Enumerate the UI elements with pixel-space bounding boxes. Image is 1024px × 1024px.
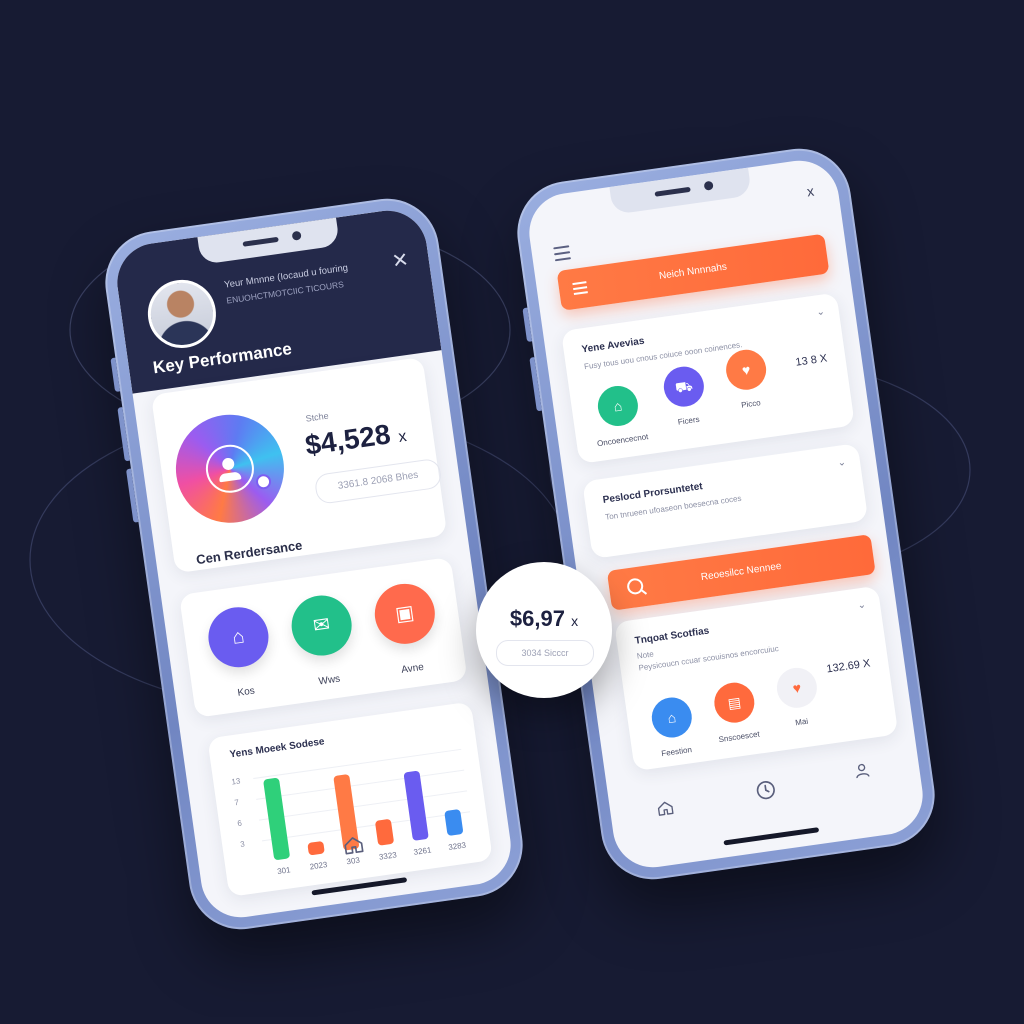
overview-item-label: Picco	[740, 398, 762, 410]
tab-history[interactable]	[753, 778, 779, 808]
right-phone-screen: x Neich Nnnnahs Yene Avevias Fusy tous u…	[524, 155, 928, 873]
insight-item-label: Feestion	[660, 745, 693, 759]
insight-item[interactable]: ♥ Mai	[766, 664, 830, 730]
bar-chart-card: Yens Moeek Sodese 13 7 6 3 301 2023 303 3323 326…	[207, 701, 493, 897]
x-tick-label: 3261	[413, 845, 432, 856]
home-indicator[interactable]	[723, 827, 820, 846]
overview-item[interactable]: ♥ Picco	[716, 346, 780, 412]
home-icon	[657, 801, 674, 816]
overview-item[interactable]: ⌂ Oncoencecnot	[587, 382, 651, 448]
category-card: ⌂ Kos ✉ Wws ▣ Avne	[179, 556, 468, 718]
card-title: Yene Avevias	[581, 335, 646, 356]
bubble-suffix: x	[571, 613, 579, 629]
car-icon: ⛟	[674, 377, 694, 396]
chart-bar[interactable]	[403, 770, 429, 841]
left-phone: Yeur Mnnne (Iocaud u fouring ENUOHCTMOTC…	[98, 192, 530, 936]
insights-card: Tnqoat Scotfias Note Peysicoucn ccuar sc…	[614, 585, 899, 772]
close-icon[interactable]: x	[806, 183, 815, 200]
overview-value: 13 8 X	[794, 352, 828, 369]
x-tick-label: 301	[277, 865, 292, 876]
chart-gridline	[253, 748, 462, 780]
y-tick-label: 6	[237, 819, 243, 829]
insight-item-label: Snscoescet	[718, 729, 761, 745]
home-icon: ⌂	[666, 709, 678, 727]
app-showcase: Yeur Mnnne (Iocaud u fouring ENUOHCTMOTC…	[0, 0, 1024, 1024]
insight-item-label: Mai	[794, 716, 809, 728]
chevron-down-icon[interactable]: ⌄	[857, 599, 867, 611]
overview-item-label: Oncoencecnot	[596, 432, 649, 449]
overview-card: Yene Avevias Fusy tous uou cnous coiuce …	[560, 292, 855, 464]
card-title: Tnqoat Scotfias	[634, 625, 710, 647]
close-icon[interactable]: ✕	[390, 249, 410, 273]
phone-side-button	[125, 468, 139, 523]
chart-gridline	[259, 790, 468, 821]
tab-profile[interactable]	[852, 760, 873, 785]
menu-icon[interactable]	[553, 245, 572, 265]
wallet-icon: ▤	[726, 693, 742, 712]
kpi-suffix: x	[397, 427, 408, 446]
overview-item[interactable]: ⛟ Ficers	[653, 363, 717, 429]
home-icon: ⌂	[230, 625, 246, 649]
home-icon: ⌂	[612, 397, 624, 415]
heart-icon: ♥	[791, 679, 803, 697]
tab-home[interactable]	[341, 833, 367, 863]
briefcase-icon: ▣	[393, 601, 416, 627]
avatar[interactable]	[143, 275, 221, 353]
heart-icon: ♥	[740, 361, 752, 379]
profile-icon	[856, 763, 870, 779]
card-subtitle: Note	[636, 649, 655, 661]
y-tick-label: 13	[231, 776, 242, 786]
phone-side-button	[529, 357, 542, 412]
category-label: Wws	[317, 673, 341, 688]
floating-value-bubble[interactable]: $6,97 x 3034 Sicccr	[476, 562, 612, 698]
phone-side-button	[522, 307, 533, 343]
bubble-pill: 3034 Sicccr	[496, 640, 594, 666]
kpi-subtitle: Cen Rerdersance	[195, 537, 304, 568]
kpi-card[interactable]: Stche $4,528 x 3361.8 2068 Bhes Cen Rerd…	[150, 356, 448, 574]
bubble-value: $6,97 x	[476, 606, 612, 632]
y-tick-label: 7	[234, 798, 240, 808]
insight-value: 132.69 X	[825, 657, 872, 676]
chart-bar[interactable]	[307, 841, 325, 856]
category-item-avne[interactable]: ▣ Avne	[366, 579, 448, 679]
chart-gridline	[261, 811, 471, 842]
card-subtitle: Peysicoucn ccuar scouisnos encorcuiuc	[637, 644, 780, 673]
kpi-pill[interactable]: 3361.8 2068 Bhes	[313, 457, 443, 505]
category-label: Kos	[236, 685, 256, 699]
phone-side-button	[110, 357, 121, 393]
chevron-down-icon[interactable]: ⌄	[837, 457, 847, 469]
x-tick-label: 2023	[309, 860, 328, 871]
chevron-down-icon[interactable]: ⌄	[816, 306, 826, 318]
x-tick-label: 3323	[378, 850, 397, 861]
chart-gridline	[256, 769, 465, 800]
category-item-kos[interactable]: ⌂ Kos	[200, 603, 282, 703]
clock-icon	[756, 781, 775, 800]
insight-item[interactable]: ▤ Snscoescet	[704, 679, 768, 745]
bar-chart: 13763301 2023 303 3323 3261 3283	[231, 748, 471, 876]
kpi-value-text: $4,528	[303, 418, 393, 461]
overview-item-label: Ficers	[677, 414, 701, 427]
home-icon	[344, 837, 364, 855]
phone-notch	[609, 167, 752, 215]
kpi-label: Stche	[305, 410, 330, 424]
insight-item[interactable]: ⌂ Feestion	[641, 694, 705, 760]
category-item-wws[interactable]: ✉ Wws	[283, 591, 365, 691]
phone-side-button	[117, 407, 130, 462]
kpi-value: $4,528 x	[303, 416, 408, 462]
left-phone-screen: Yeur Mnnne (Iocaud u fouring ENUOHCTMOTC…	[112, 205, 516, 923]
y-tick-label: 3	[240, 839, 246, 849]
right-phone: x Neich Nnnnahs Yene Avevias Fusy tous u…	[510, 142, 942, 886]
chat-icon: ✉	[311, 613, 332, 638]
user-ring-icon	[168, 407, 291, 530]
bubble-value-text: $6,97	[509, 606, 565, 631]
category-label: Avne	[400, 661, 425, 676]
x-tick-label: 3283	[448, 841, 467, 852]
tab-home[interactable]	[655, 798, 676, 823]
